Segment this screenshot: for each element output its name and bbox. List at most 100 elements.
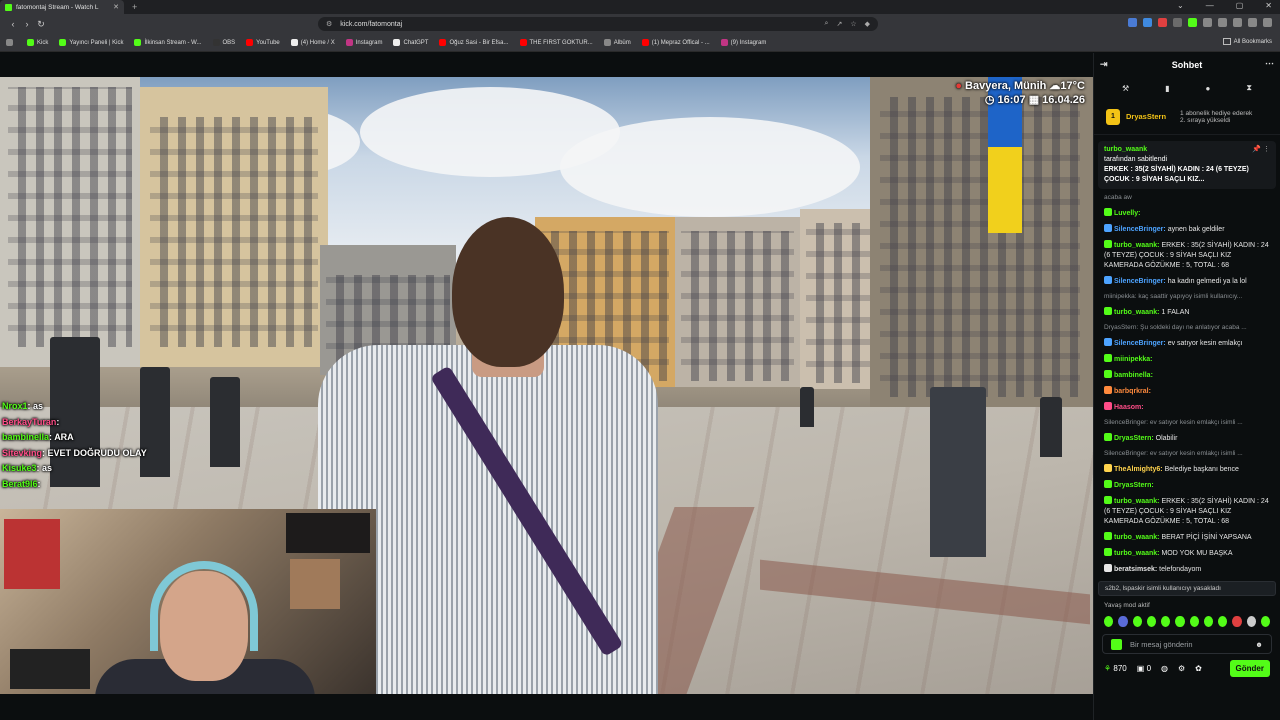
profile-icon[interactable] — [1248, 18, 1257, 27]
chat-message[interactable]: beratsimsek: telefondayom — [1104, 564, 1270, 575]
bookmark-item[interactable]: Albüm — [603, 39, 631, 46]
emote-picker-icon[interactable]: ✿ — [1195, 664, 1202, 673]
pinned-user[interactable]: turbo_waank — [1104, 146, 1147, 153]
chat-message[interactable]: turbo_waank: 1 FALAN — [1104, 307, 1270, 318]
emote-icon[interactable] — [1132, 616, 1142, 627]
chat-message[interactable]: SilenceBringer: aynen bak geldiler — [1104, 224, 1270, 235]
new-tab-icon[interactable]: + — [132, 2, 137, 12]
emote-icon[interactable] — [1175, 616, 1185, 627]
back-icon[interactable]: ‹ — [6, 19, 20, 29]
emoji-icon[interactable]: ☻ — [1255, 640, 1263, 649]
chat-message[interactable]: DryasStern: — [1104, 480, 1270, 491]
bookmark-item[interactable]: ChatGPT — [393, 39, 428, 46]
extension-icon[interactable] — [1218, 18, 1227, 27]
chat-username[interactable]: SilenceBringer: — [1114, 278, 1166, 285]
chat-username[interactable]: turbo_waank: — [1114, 550, 1160, 557]
apps-icon[interactable] — [6, 39, 16, 46]
gift-username[interactable]: DryasStern — [1126, 112, 1166, 121]
chat-username[interactable]: DryasStern: — [1114, 435, 1154, 442]
chat-message[interactable]: DryasStern: Şu soldeki dayı ne anlatıyor… — [1104, 323, 1270, 333]
emote-icon[interactable] — [1146, 616, 1156, 627]
chat-username[interactable]: TheAlmighty6: — [1114, 466, 1163, 473]
chat-message[interactable]: turbo_waank: BERAT PİÇİ İŞİNİ YAPSANA — [1104, 532, 1270, 543]
emote-icon[interactable] — [1118, 616, 1128, 627]
close-tab-icon[interactable]: ✕ — [113, 3, 119, 11]
chat-username[interactable]: turbo_waank: — [1114, 498, 1160, 505]
extension-icon[interactable] — [1128, 18, 1137, 27]
chat-username[interactable]: Haasom: — [1114, 404, 1144, 411]
chat-username[interactable]: miinipekka: — [1114, 356, 1153, 363]
chat-message[interactable]: barbqrkral: — [1104, 386, 1270, 397]
mod-tools-icon[interactable]: ⚒ — [1122, 84, 1129, 93]
chat-username[interactable]: turbo_waank: — [1114, 242, 1160, 249]
chat-message[interactable]: bambinella: — [1104, 370, 1270, 381]
menu-icon[interactable] — [1263, 18, 1272, 27]
forward-icon[interactable]: › — [20, 19, 34, 29]
bookmark-item[interactable]: THE FIRST GOKTUR... — [519, 39, 593, 46]
chat-message[interactable]: turbo_waank: ERKEK : 35(2 SİYAHİ) KADIN … — [1104, 240, 1270, 271]
settings-icon[interactable]: ⚙ — [1178, 664, 1185, 673]
sidebar-icon[interactable] — [1233, 18, 1242, 27]
pin-icon[interactable]: 📌 ⋮ — [1252, 145, 1270, 155]
share-icon[interactable]: ↗ — [836, 20, 842, 28]
emote-icon[interactable] — [1161, 616, 1171, 627]
site-info-icon[interactable]: ⚙ — [326, 20, 332, 28]
chat-message[interactable]: turbo_waank: ERKEK : 35(2 SİYAHİ) KADIN … — [1104, 496, 1270, 527]
chat-message[interactable]: turbo_waank: MOD YOK MU BAŞKA — [1104, 548, 1270, 559]
extension-icon[interactable] — [1143, 18, 1152, 27]
chat-message[interactable]: SilenceBringer: ev satıyor kesin emlakçı — [1104, 338, 1270, 349]
bookmark-item[interactable]: Kick — [27, 39, 48, 46]
minimize-icon[interactable]: — — [1206, 1, 1214, 10]
chat-username[interactable]: turbo_waank: — [1114, 534, 1160, 541]
bookmark-item[interactable]: Instagram — [345, 39, 382, 46]
chat-input[interactable]: Bir mesaj gönderin ☻ — [1102, 634, 1272, 654]
chevron-down-icon[interactable]: ⌄ — [1177, 1, 1184, 10]
chat-message[interactable]: SilenceBringer: ha kadın gelmedi ya la l… — [1104, 276, 1270, 287]
chat-message[interactable]: SilenceBringer: ev satıyor kesin emlakçı… — [1104, 449, 1270, 459]
collapse-chat-icon[interactable]: ⇥ — [1100, 59, 1108, 70]
send-button[interactable]: Gönder — [1229, 660, 1270, 677]
chat-username[interactable]: barbqrkral: — [1114, 388, 1151, 395]
all-bookmarks[interactable]: All Bookmarks — [1222, 38, 1272, 45]
points-display[interactable]: ⚘ 870 — [1104, 664, 1127, 673]
emote-icon[interactable] — [1218, 616, 1228, 627]
chat-bubble-icon[interactable]: ◍ — [1161, 664, 1168, 673]
chat-message[interactable]: Luvelly: — [1104, 208, 1270, 219]
emote-icon[interactable] — [1203, 616, 1213, 627]
address-bar[interactable]: ⚙ kick.com/fatomontaj ⌕ ↗ ☆ ◆ — [318, 17, 878, 31]
bookmark-item[interactable]: YouTube — [246, 39, 280, 46]
chat-message[interactable]: TheAlmighty6: Belediye başkanı bence — [1104, 464, 1270, 475]
chat-menu-icon[interactable]: ⋯ — [1265, 58, 1274, 69]
emote-icon[interactable] — [1189, 616, 1199, 627]
emote-icon[interactable] — [1260, 616, 1270, 627]
chat-message[interactable]: miinipekka: kaç saattir yapıyoy isimli k… — [1104, 292, 1270, 302]
maximize-icon[interactable]: ▢ — [1236, 1, 1244, 10]
bookmark-item[interactable]: (9) Instagram — [720, 39, 766, 46]
chat-username[interactable]: beratsimsek: — [1114, 566, 1157, 573]
chat-message[interactable]: acaba aw — [1104, 193, 1270, 203]
zoom-icon[interactable]: ⌕ — [825, 20, 829, 28]
chat-username[interactable]: turbo_waank: — [1114, 309, 1160, 316]
bookmark-item[interactable]: İlkinsan Stream - W... — [134, 39, 202, 46]
bookmark-item[interactable]: (1) Mepraz Offical - ... — [641, 39, 710, 46]
chat-message[interactable]: Haasom: — [1104, 402, 1270, 413]
bookmark-item[interactable]: (4) Home / X — [290, 39, 335, 46]
chat-username[interactable]: bambinella: — [1114, 372, 1153, 379]
pinned-message[interactable]: 📌 ⋮ turbo_waank tarafından sabitlendi ER… — [1098, 141, 1276, 189]
bookmark-item[interactable]: Yayıncı Paneli | Kick — [59, 39, 123, 46]
extension-icon[interactable] — [1173, 18, 1182, 27]
count-display[interactable]: ▣ 0 — [1137, 664, 1151, 673]
chat-message[interactable]: DryasStern: Olabilir — [1104, 433, 1270, 444]
hourglass-icon[interactable]: ⧗ — [1246, 83, 1252, 93]
chat-username[interactable]: SilenceBringer: — [1114, 226, 1166, 233]
bookmark-star-icon[interactable]: ☆ — [850, 20, 856, 28]
chat-username[interactable]: DryasStern: — [1114, 482, 1154, 489]
extension-icon[interactable] — [1188, 18, 1197, 27]
browser-tab[interactable]: fatomontaj Stream - Watch L ✕ — [0, 0, 124, 14]
chat-username[interactable]: Luvelly: — [1114, 210, 1140, 217]
bookmark-item[interactable]: Oğuz Sasi - Bir Efsa... — [439, 39, 509, 46]
emote-icon[interactable] — [1104, 616, 1114, 627]
video-player[interactable]: ● Bavyera, Münih ☁17°C ◷ 16:07 ▦ 16.04.2… — [0, 77, 1093, 694]
extension-icon[interactable] — [1203, 18, 1212, 27]
trash-icon[interactable]: ▮ — [1165, 84, 1169, 93]
